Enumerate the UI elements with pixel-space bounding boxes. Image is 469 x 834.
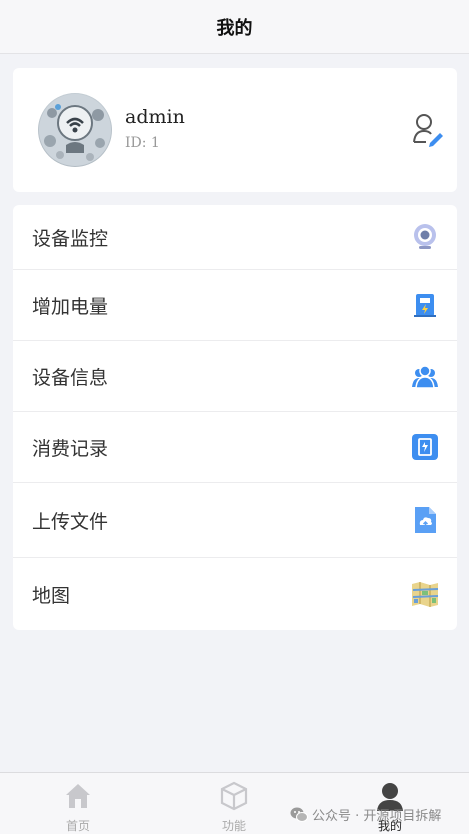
menu-item-device-monitor[interactable]: 设备监控: [13, 205, 457, 270]
watermark: 公众号 · 开源项目拆解: [290, 805, 441, 824]
page-title: 我的: [216, 17, 253, 39]
charging-station-icon: [411, 291, 439, 319]
watermark-text: 公众号 · 开源项目拆解: [312, 809, 442, 824]
menu-item-label: 增加电量: [32, 295, 109, 318]
profile-card: admin ID: 1: [13, 68, 457, 192]
edit-profile-button[interactable]: [412, 113, 444, 147]
menu-item-label: 设备信息: [32, 366, 109, 389]
menu-item-device-info[interactable]: 设备信息: [13, 341, 457, 412]
record-doc-icon: [411, 433, 439, 461]
camera-icon: [411, 223, 439, 251]
menu-item-label: 消费记录: [32, 437, 109, 460]
tab-functions[interactable]: 功能: [174, 773, 294, 834]
menu-item-upload-file[interactable]: 上传文件: [13, 483, 457, 558]
wechat-icon: [290, 807, 308, 822]
tab-home[interactable]: 首页: [18, 773, 138, 834]
menu-item-add-power[interactable]: 增加电量: [13, 270, 457, 341]
cloud-upload-file-icon: [411, 506, 439, 534]
menu-list: 设备监控 增加电量 设备信息 消费记录 上传文件 地图: [13, 205, 457, 630]
edit-user-icon: [413, 114, 443, 147]
map-icon: [411, 580, 439, 608]
menu-item-label: 上传文件: [32, 510, 109, 533]
menu-item-label: 地图: [32, 584, 71, 607]
tab-label: 首页: [65, 819, 90, 833]
avatar[interactable]: [38, 93, 112, 167]
tab-mine[interactable]: 我的: [330, 773, 450, 834]
cube-icon: [219, 781, 249, 811]
avatar-image: [39, 94, 111, 166]
menu-item-consumption-record[interactable]: 消费记录: [13, 412, 457, 483]
menu-item-map[interactable]: 地图: [13, 558, 457, 630]
bottom-tab-bar: 首页 功能 我的: [0, 772, 469, 834]
menu-item-label: 设备监控: [32, 227, 109, 250]
home-icon: [63, 781, 93, 811]
users-icon: [411, 362, 439, 390]
tab-label: 功能: [221, 819, 246, 833]
user-id: ID: 1: [125, 135, 160, 151]
user-name: admin: [125, 106, 185, 128]
page-header: 我的: [0, 0, 469, 54]
